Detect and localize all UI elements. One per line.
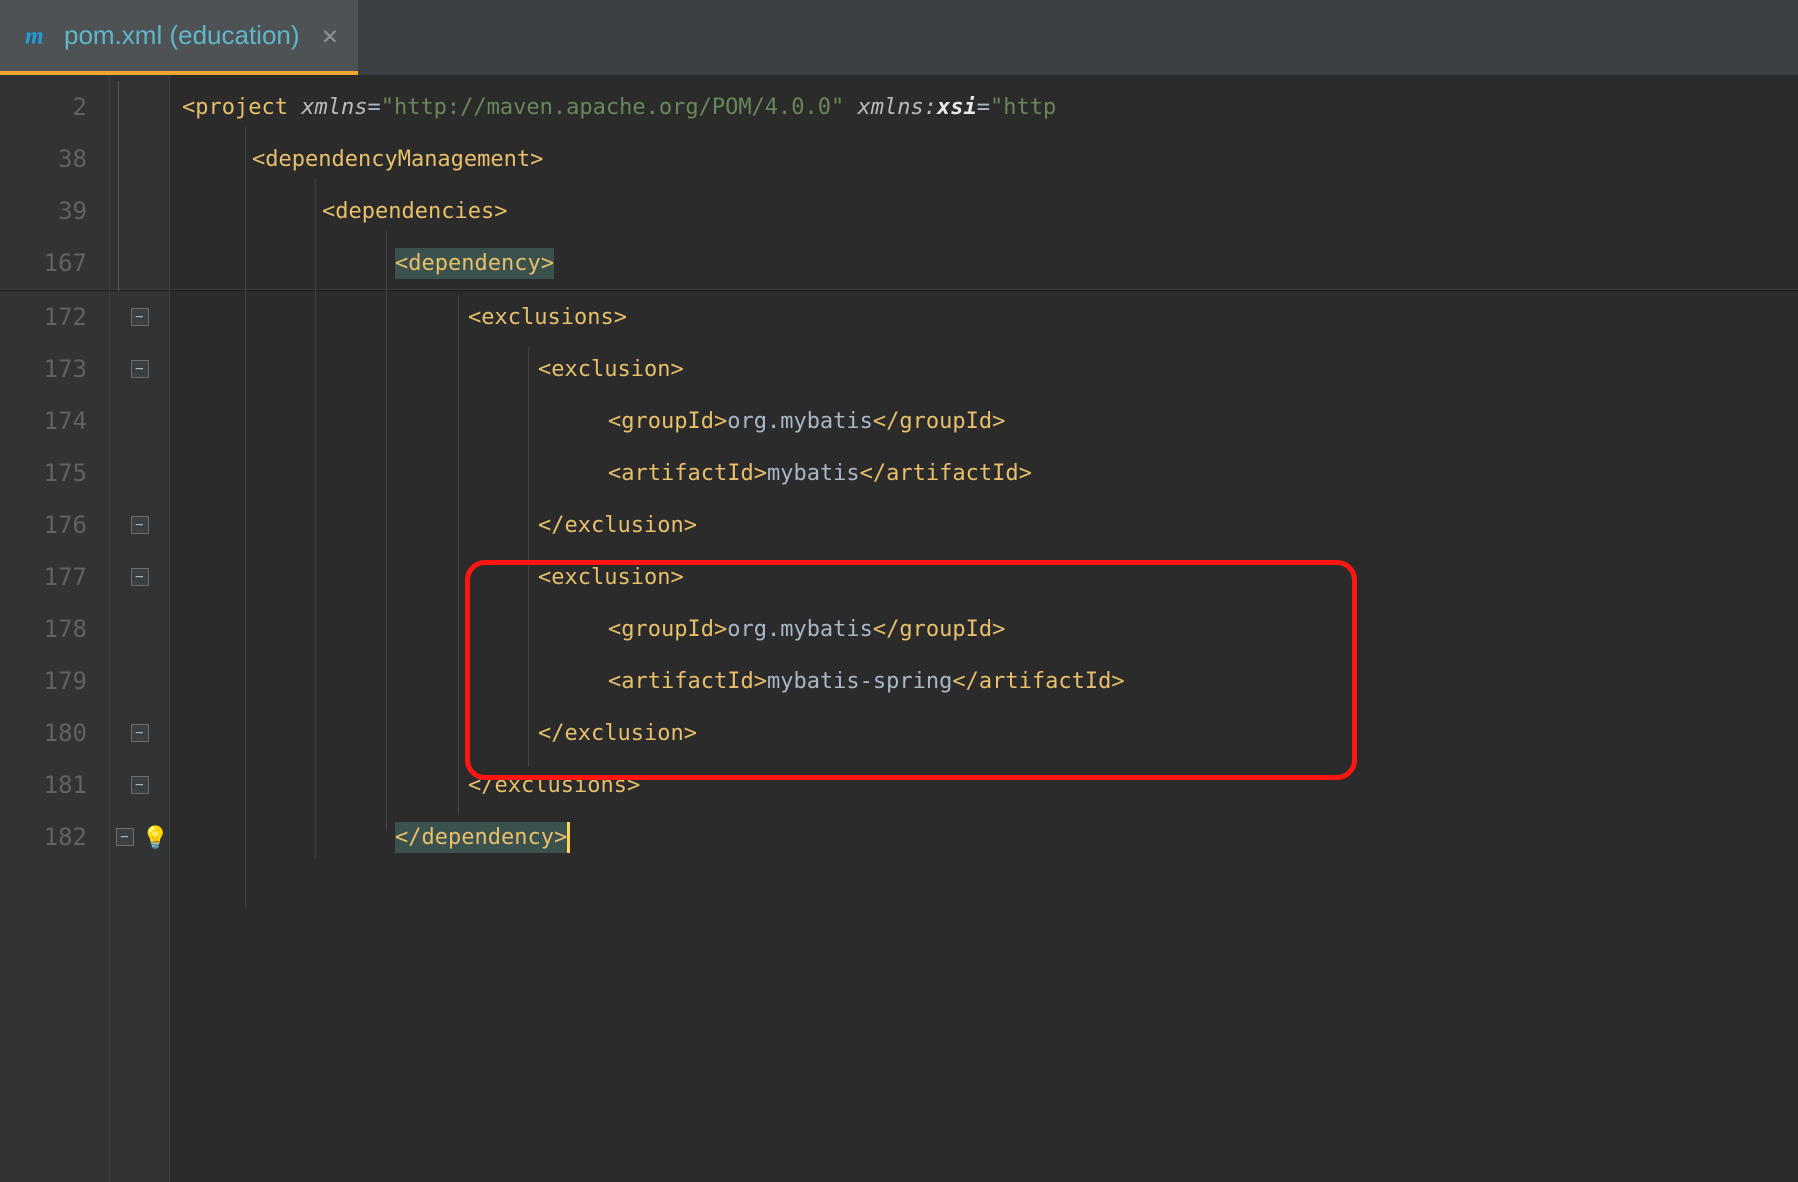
line-number: 176 [0, 499, 109, 551]
line-number: 179 [0, 655, 109, 707]
code-line[interactable]: <exclusion> [170, 343, 1798, 395]
code-line[interactable]: <exclusion> [170, 551, 1798, 603]
fold-end-icon[interactable]: − [116, 828, 134, 846]
line-number: 180 [0, 707, 109, 759]
line-number: 173 [0, 343, 109, 395]
editor-tab[interactable]: m pom.xml (education) × [0, 0, 358, 75]
intention-bulb-icon[interactable]: 💡 [142, 826, 164, 848]
code-line[interactable]: <groupId>org.mybatis</groupId> [170, 603, 1798, 655]
tab-label: pom.xml (education) [64, 20, 300, 51]
code-line[interactable]: <groupId>org.mybatis</groupId> [170, 395, 1798, 447]
code-line[interactable]: </exclusion> [170, 499, 1798, 551]
line-number: 181 [0, 759, 109, 811]
code-line[interactable]: <exclusions> [170, 291, 1798, 343]
line-number: 174 [0, 395, 109, 447]
line-number: 182 [0, 811, 109, 863]
fold-toggle-icon[interactable]: − [131, 308, 149, 326]
maven-file-icon: m [24, 23, 50, 49]
editor: 2 38 39 167 172 173 174 175 176 177 178 … [0, 75, 1798, 1182]
code-line[interactable]: <artifactId>mybatis-spring</artifactId> [170, 655, 1798, 707]
fold-end-icon[interactable]: − [131, 724, 149, 742]
code-area[interactable]: <project xmlns="http://maven.apache.org/… [170, 75, 1798, 1182]
code-line[interactable]: <dependency> [170, 237, 1798, 289]
fold-toggle-icon[interactable]: − [131, 568, 149, 586]
line-gutter: 2 38 39 167 172 173 174 175 176 177 178 … [0, 75, 110, 1182]
code-line[interactable]: <project xmlns="http://maven.apache.org/… [170, 81, 1798, 133]
close-icon[interactable]: × [322, 22, 339, 50]
code-line[interactable]: <dependencies> [170, 185, 1798, 237]
code-line[interactable]: <dependencyManagement> [170, 133, 1798, 185]
line-number: 2 [0, 81, 109, 133]
line-number: 175 [0, 447, 109, 499]
svg-text:m: m [25, 23, 44, 48]
code-line[interactable]: </exclusions> [170, 759, 1798, 811]
fold-toggle-icon[interactable]: − [131, 360, 149, 378]
line-number: 39 [0, 185, 109, 237]
code-line[interactable]: </exclusion> [170, 707, 1798, 759]
line-number: 178 [0, 603, 109, 655]
tab-bar: m pom.xml (education) × [0, 0, 1798, 75]
code-line[interactable]: </dependency> [170, 811, 1798, 863]
line-number: 38 [0, 133, 109, 185]
fold-end-icon[interactable]: − [131, 776, 149, 794]
line-number: 172 [0, 291, 109, 343]
line-number: 177 [0, 551, 109, 603]
fold-end-icon[interactable]: − [131, 516, 149, 534]
fold-gutter: − − − − − − −💡 [110, 75, 170, 1182]
line-number: 167 [0, 237, 109, 289]
code-line[interactable]: <artifactId>mybatis</artifactId> [170, 447, 1798, 499]
